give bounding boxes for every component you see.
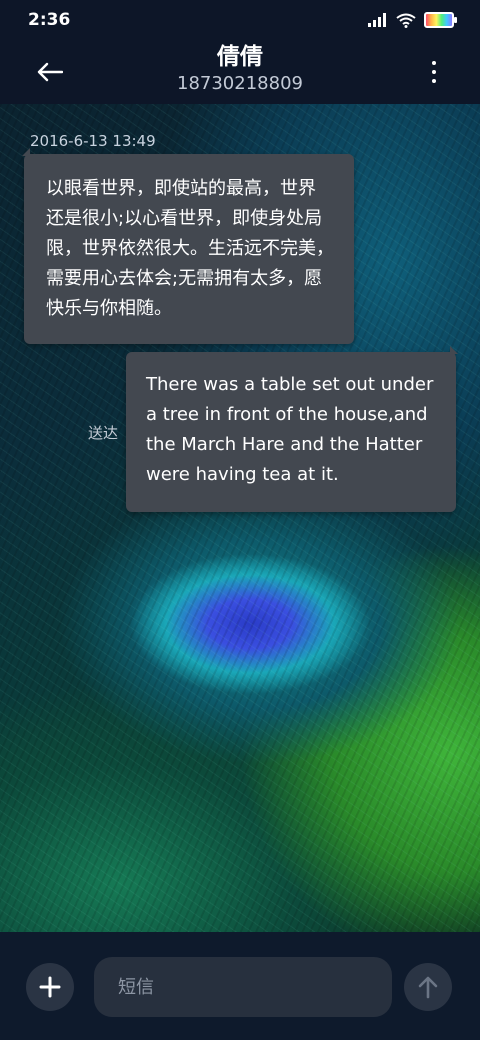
message-line: a tree in front of the house,and bbox=[146, 404, 428, 425]
add-attachment-button[interactable] bbox=[26, 963, 74, 1011]
battery-icon bbox=[424, 12, 457, 28]
message-input[interactable] bbox=[94, 957, 392, 1017]
incoming-message-bubble[interactable]: 以眼看世界，即使站的最高，世界 还是很小;以心看世界，即使身处局 限，世界依然很… bbox=[22, 148, 354, 344]
message-line: 还是很小;以心看世界，即使身处局 bbox=[46, 208, 323, 229]
more-options-button[interactable] bbox=[422, 56, 446, 88]
message-line: There was a table set out under bbox=[146, 374, 434, 395]
message-timestamp: 2016-6-13 13:49 bbox=[30, 132, 156, 150]
outgoing-message-bubble[interactable]: There was a table set out under a tree i… bbox=[126, 346, 458, 512]
composer-bar bbox=[0, 932, 480, 1040]
message-line: 限，世界依然很大。生活远不完美， bbox=[46, 238, 334, 259]
wifi-icon bbox=[396, 13, 416, 28]
message-line: 快乐与你相随。 bbox=[46, 298, 172, 319]
send-arrow-icon bbox=[418, 976, 438, 999]
contact-number: 18730218809 bbox=[177, 73, 303, 94]
contact-name: 倩倩 bbox=[217, 44, 263, 70]
status-time: 2:36 bbox=[28, 10, 71, 30]
contact-title: 倩倩 18730218809 bbox=[0, 42, 480, 96]
more-vertical-icon bbox=[432, 61, 436, 65]
message-line: were having tea at it. bbox=[146, 464, 339, 485]
chat-area[interactable]: 2016-6-13 13:49 以眼看世界，即使站的最高，世界 还是很小;以心看… bbox=[0, 104, 480, 932]
status-icons bbox=[368, 12, 457, 28]
messaging-screen: 2:36 倩倩 18730218809 2016-6-13 13:49 以眼看世… bbox=[0, 0, 480, 1040]
message-line: 以眼看世界，即使站的最高，世界 bbox=[46, 178, 316, 199]
signal-icon bbox=[368, 13, 386, 27]
plus-icon bbox=[39, 976, 61, 998]
send-button[interactable] bbox=[404, 963, 452, 1011]
message-line: 需要用心去体会;无需拥有太多，愿 bbox=[46, 268, 323, 289]
message-line: the March Hare and the Hatter bbox=[146, 434, 423, 455]
status-bar: 2:36 bbox=[0, 0, 480, 40]
conversation-header: 倩倩 18730218809 bbox=[0, 40, 480, 104]
delivery-status: 送达 bbox=[88, 424, 119, 442]
